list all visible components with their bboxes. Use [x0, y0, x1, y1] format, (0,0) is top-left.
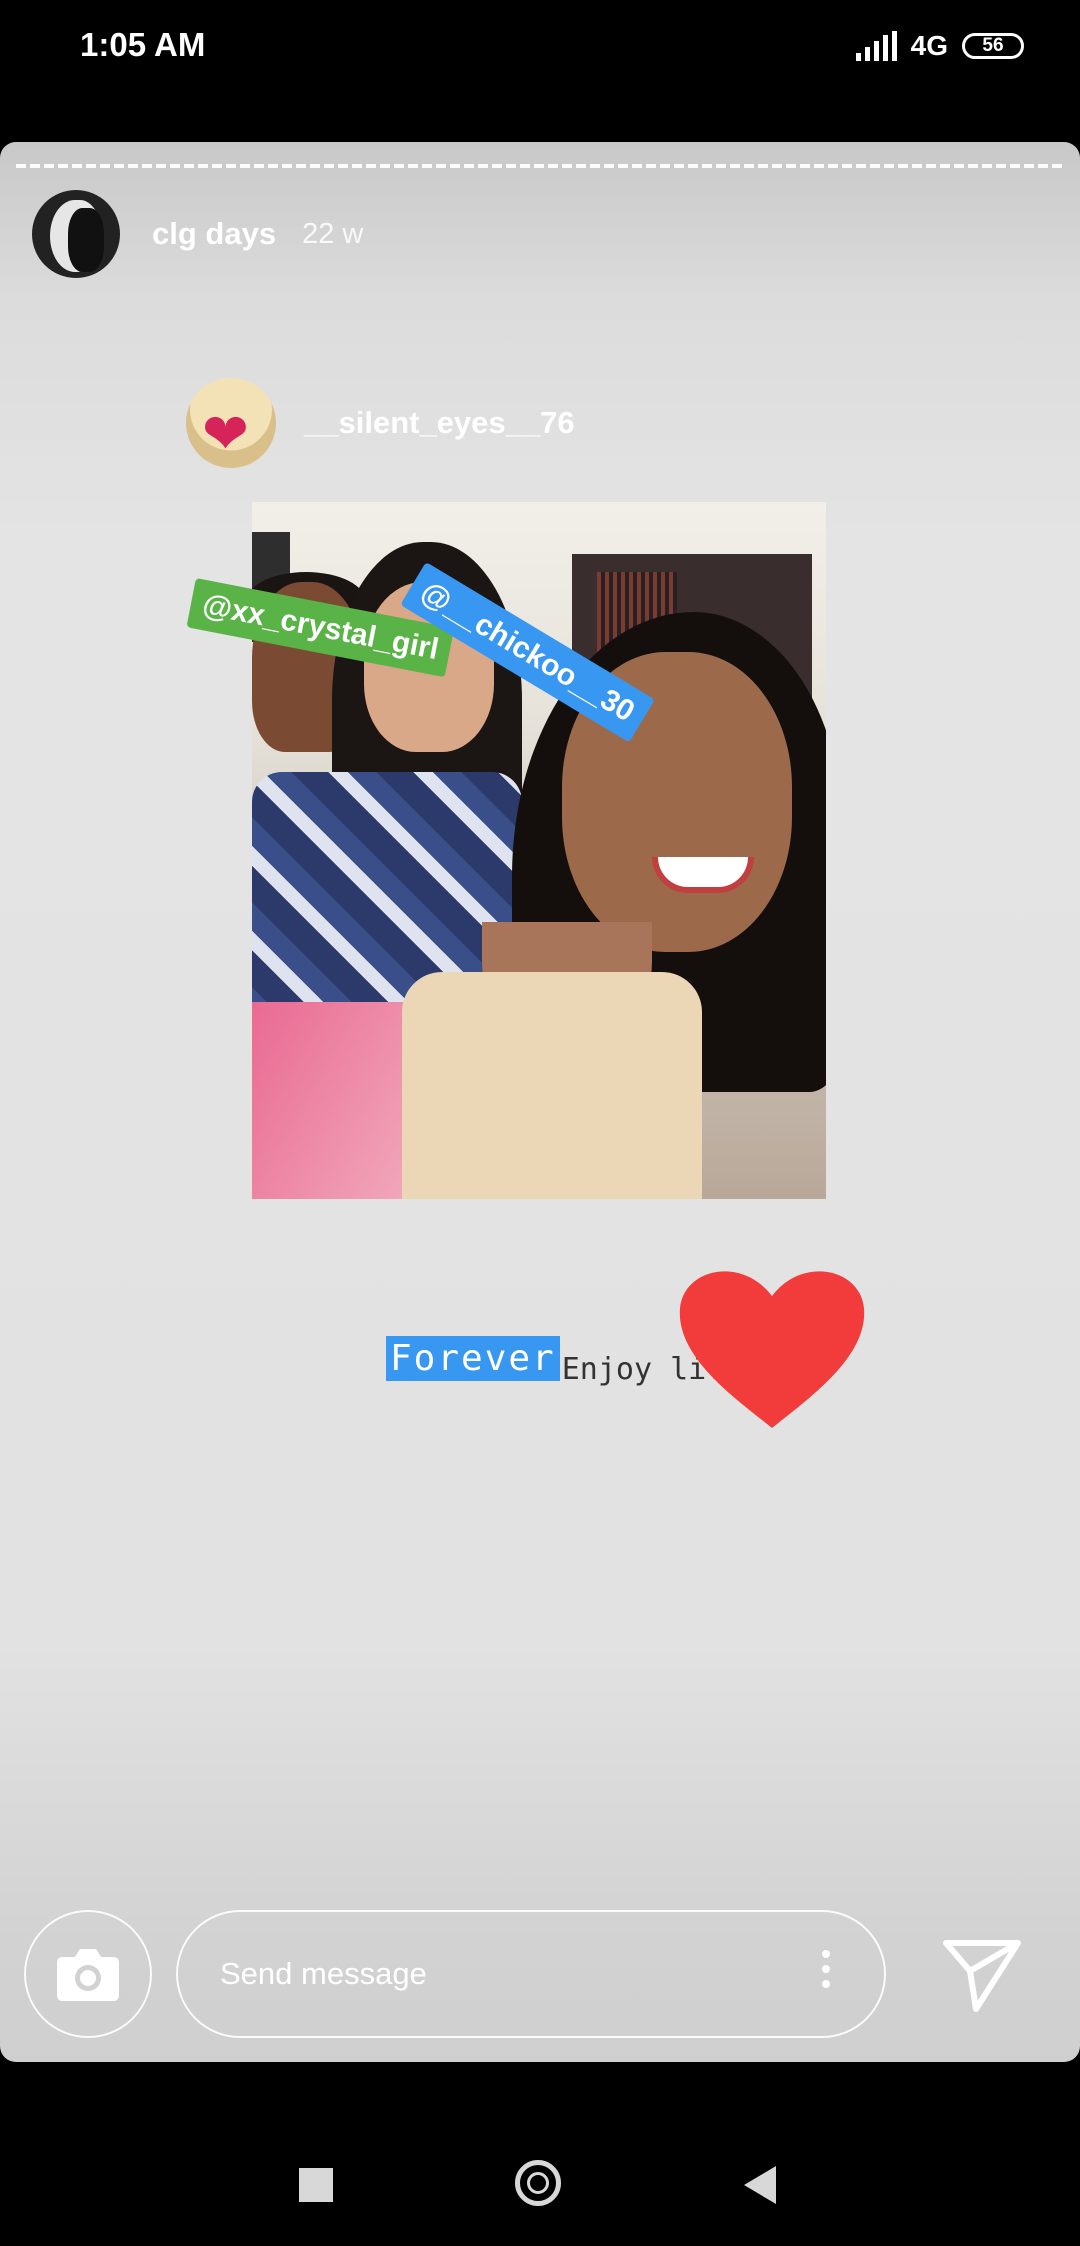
camera-icon [57, 1949, 119, 2001]
avatar[interactable] [32, 190, 120, 278]
recents-icon[interactable] [299, 2168, 333, 2202]
network-type: 4G [910, 30, 948, 61]
heart-sticker [679, 1271, 865, 1428]
battery-icon: 56 [962, 33, 1024, 59]
caption-highlight: Forever [386, 1336, 560, 1381]
send-message-input[interactable]: Send message [176, 1910, 886, 2038]
signal-icon [855, 31, 897, 61]
status-icons: 4G 56 [855, 30, 1024, 62]
story-header: clg days 22 w [32, 190, 363, 278]
send-message-placeholder: Send message [220, 1956, 427, 1991]
story-viewer[interactable]: clg days 22 w ❤ __silent_eyes__76 @xx_cr… [0, 142, 1080, 2062]
battery-level: 56 [982, 35, 1004, 56]
status-time: 1:05 AM [80, 26, 206, 63]
mention-username: __silent_eyes__76 [304, 405, 575, 440]
story-time-ago: 22 w [302, 217, 364, 250]
mention-sticker[interactable]: ❤ __silent_eyes__76 [186, 378, 575, 468]
story-progress-bar [16, 164, 1064, 168]
system-nav-bar [0, 2062, 1080, 2246]
back-icon[interactable] [744, 2166, 776, 2204]
camera-button[interactable] [24, 1910, 152, 2038]
story-username[interactable]: clg days [152, 216, 276, 252]
send-icon[interactable] [940, 1935, 1024, 2015]
status-bar: 1:05 AM 4G 56 [0, 0, 1080, 96]
home-icon[interactable] [515, 2160, 561, 2206]
mention-avatar: ❤ [186, 378, 276, 468]
more-vertical-icon[interactable] [822, 1950, 832, 1988]
